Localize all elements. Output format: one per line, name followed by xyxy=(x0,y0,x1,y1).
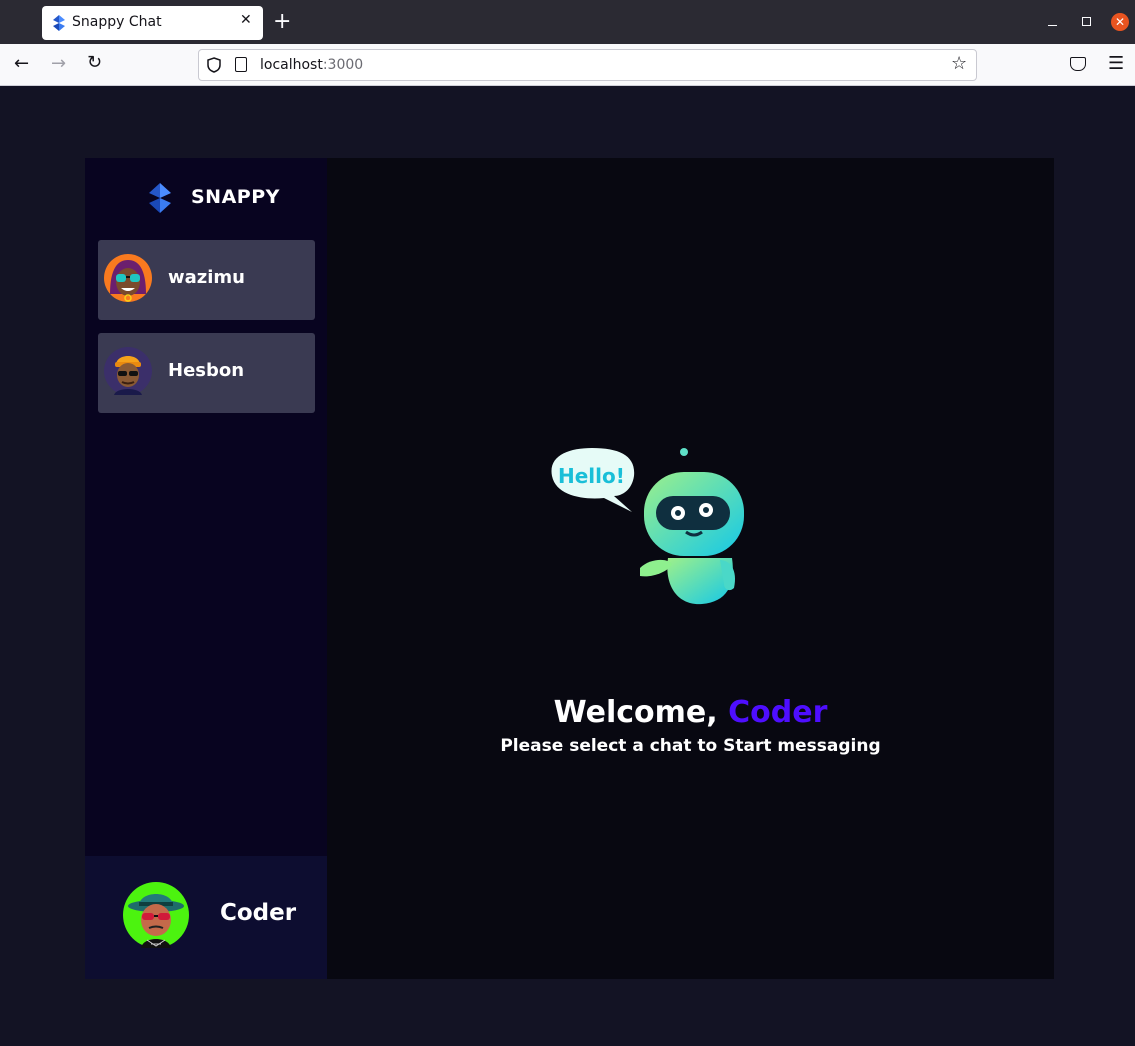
welcome-subtitle: Please select a chat to Start messaging xyxy=(500,736,881,756)
new-tab-button[interactable]: + xyxy=(273,6,291,38)
avatar-coder-icon xyxy=(123,882,189,948)
current-user-name: Coder xyxy=(220,900,297,926)
welcome-panel: Hello! Welcome, Coder Please select a ch… xyxy=(327,158,1054,979)
contact-name: Hesbon xyxy=(168,360,245,381)
snappy-logo-icon xyxy=(149,183,171,213)
brand-name: SNAPPY xyxy=(191,186,280,208)
pocket-icon[interactable] xyxy=(1070,57,1086,71)
browser-navbar: ← → ↻ localhost:3000 ☆ ☰ xyxy=(0,44,1135,86)
avatar-wazimu-icon xyxy=(104,254,152,302)
browser-tabbar: Snappy Chat ✕ + ✕ xyxy=(0,0,1135,44)
url-bar[interactable]: localhost:3000 ☆ xyxy=(198,49,977,81)
chat-container: SNAPPY wazimu Hesbon Coder Hello! Welcom… xyxy=(85,158,1054,979)
back-arrow-icon[interactable]: ← xyxy=(14,53,29,74)
minimize-icon[interactable] xyxy=(1046,10,1058,30)
bookmark-star-icon[interactable]: ☆ xyxy=(951,53,967,74)
welcome-username: Coder xyxy=(728,695,828,730)
contact-item-wazimu[interactable]: wazimu xyxy=(98,240,315,320)
contact-item-hesbon[interactable]: Hesbon xyxy=(98,333,315,413)
page-icon[interactable] xyxy=(235,57,247,72)
url-text[interactable]: localhost:3000 xyxy=(260,57,363,73)
window-close-icon[interactable]: ✕ xyxy=(1111,13,1129,31)
welcome-heading: Welcome, Coder xyxy=(553,695,828,730)
hamburger-menu-icon[interactable]: ☰ xyxy=(1108,53,1124,74)
current-user-panel: Coder xyxy=(85,856,327,979)
shield-icon[interactable] xyxy=(207,57,221,73)
snappy-favicon-icon xyxy=(53,15,65,31)
tab-title: Snappy Chat xyxy=(72,14,162,30)
hello-robot-icon: Hello! xyxy=(551,448,744,605)
contact-name: wazimu xyxy=(168,267,245,288)
browser-tab[interactable]: Snappy Chat ✕ xyxy=(42,6,263,40)
contacts-sidebar: SNAPPY wazimu Hesbon Coder xyxy=(85,158,327,979)
reload-icon[interactable]: ↻ xyxy=(87,52,102,73)
svg-text:Hello!: Hello! xyxy=(558,464,625,488)
avatar-hesbon-icon xyxy=(104,347,152,395)
maximize-icon[interactable] xyxy=(1082,17,1091,26)
tab-close-icon[interactable]: ✕ xyxy=(240,12,252,28)
forward-arrow-icon[interactable]: → xyxy=(51,53,66,74)
